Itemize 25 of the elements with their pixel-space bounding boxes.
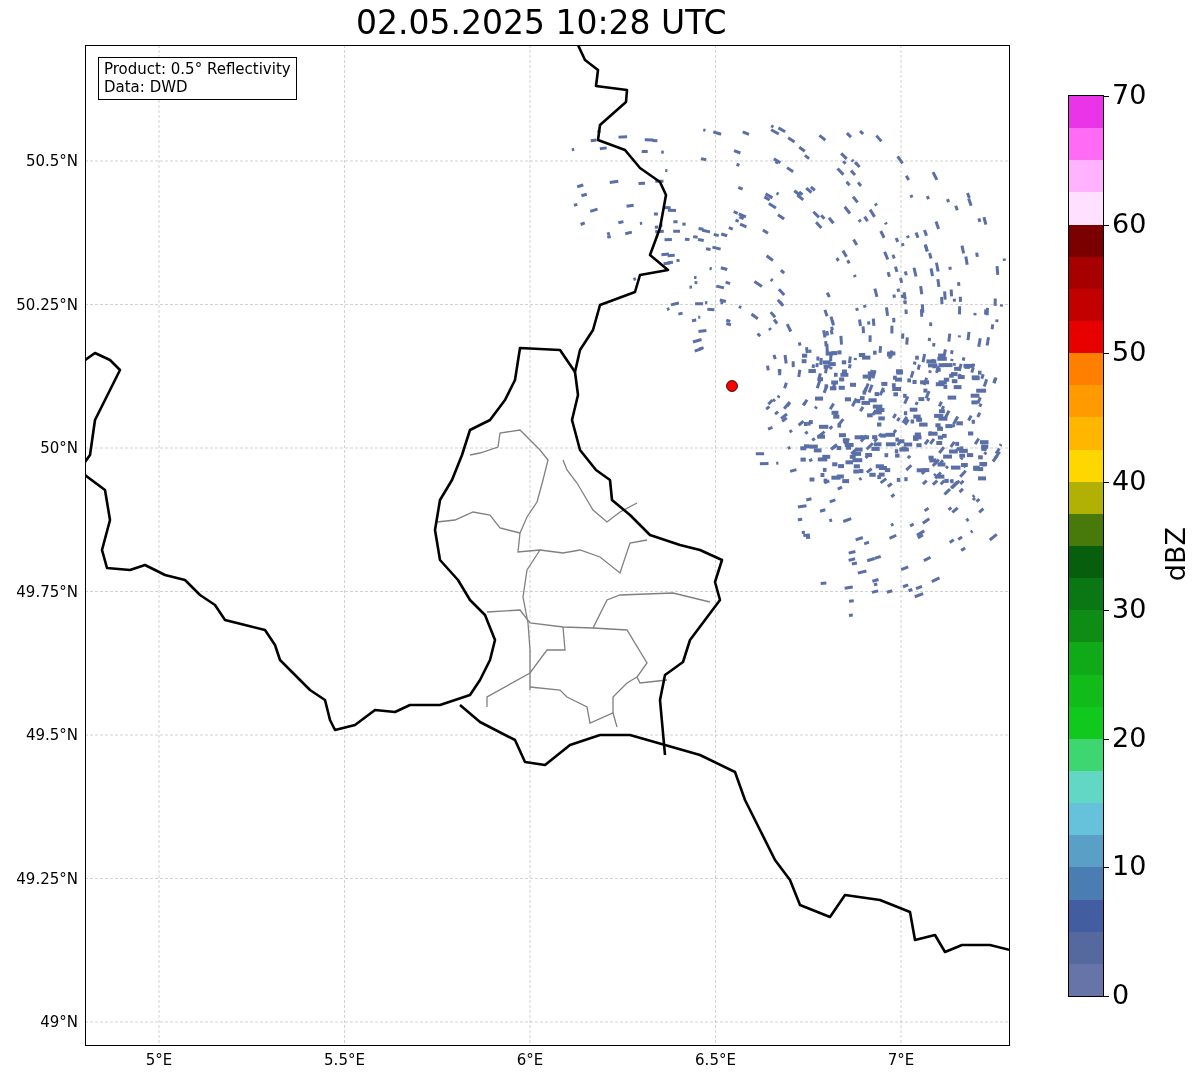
latitude-label: 49.75°N: [16, 583, 78, 600]
latitude-label: 50.25°N: [16, 296, 78, 313]
legend-text: Data: DWD: [104, 78, 189, 96]
scale-label: 50: [1112, 337, 1147, 368]
longitude-label: 6.5°E: [695, 1052, 736, 1068]
chart-title: 02.05.2025 10:28 UTC: [356, 2, 727, 44]
radar-site-marker: [726, 380, 738, 392]
longitude-label: 7°E: [887, 1052, 915, 1068]
latitude-label: 49°N: [40, 1014, 78, 1030]
scale-label: 60: [1112, 208, 1147, 239]
longitude-label: 6°E: [516, 1052, 544, 1068]
scale-title: dBZ: [1165, 527, 1187, 582]
scale-label: 70: [1112, 80, 1147, 110]
scale-label: 0: [1112, 980, 1130, 1010]
longitude-label: 5°E: [145, 1052, 173, 1068]
latitude-label: 50.5°N: [25, 153, 78, 169]
longitude-label: 5.5°E: [324, 1052, 365, 1068]
legend-text: Product: 0.5° Reflectivity: [104, 60, 291, 78]
latitude-label: 49.25°N: [16, 870, 78, 887]
scale-label: 30: [1112, 594, 1147, 625]
latitude-label: 49.5°N: [25, 727, 78, 743]
scale-label: 20: [1112, 722, 1147, 753]
scale-label: 10: [1112, 851, 1147, 882]
latitude-label: 50°N: [40, 440, 78, 456]
scale-label: 40: [1112, 465, 1147, 496]
